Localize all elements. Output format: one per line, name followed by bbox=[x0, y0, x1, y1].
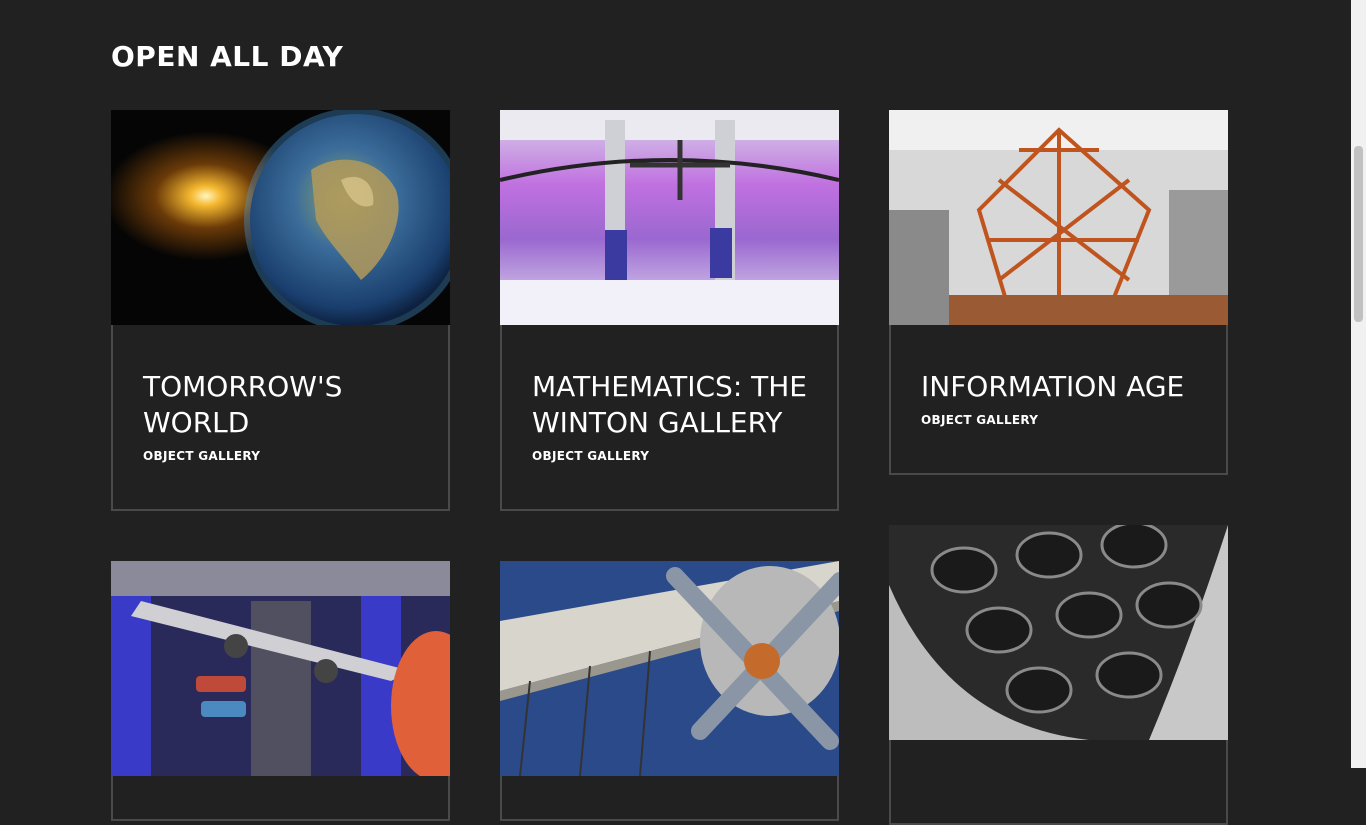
biplane-propeller-image[interactable] bbox=[500, 561, 839, 776]
card-type: OBJECT GALLERY bbox=[921, 413, 1039, 427]
card-type: OBJECT GALLERY bbox=[532, 449, 650, 463]
gallery-interior-with-aircraft-image[interactable] bbox=[500, 110, 839, 325]
card-tomorrows-world[interactable]: TOMORROW'S WORLD OBJECT GALLERY bbox=[111, 110, 450, 511]
card-information-age[interactable]: INFORMATION AGE OBJECT GALLERY bbox=[889, 110, 1228, 475]
card-mathematics-winton-gallery[interactable]: MATHEMATICS: THE WINTON GALLERY OBJECT G… bbox=[500, 110, 839, 511]
card-title: INFORMATION AGE bbox=[921, 370, 1185, 403]
card-rocket-engines[interactable] bbox=[889, 525, 1228, 825]
rocket-engines-image[interactable] bbox=[889, 525, 1228, 740]
card-biplane[interactable] bbox=[500, 561, 839, 821]
scrollbar-thumb[interactable] bbox=[1354, 146, 1363, 322]
card-aircraft-hall[interactable] bbox=[111, 561, 450, 821]
card-title: MATHEMATICS: THE WINTON GALLERY bbox=[532, 370, 807, 439]
section-title: OPEN ALL DAY bbox=[111, 40, 344, 73]
card-title: TOMORROW'S WORLD bbox=[143, 370, 343, 439]
earth-in-space-image[interactable] bbox=[111, 110, 450, 325]
copper-radio-structure-image[interactable] bbox=[889, 110, 1228, 325]
card-type: OBJECT GALLERY bbox=[143, 449, 261, 463]
aircraft-hall-with-cars-image[interactable] bbox=[111, 561, 450, 776]
page-scrollbar[interactable] bbox=[1351, 0, 1366, 768]
